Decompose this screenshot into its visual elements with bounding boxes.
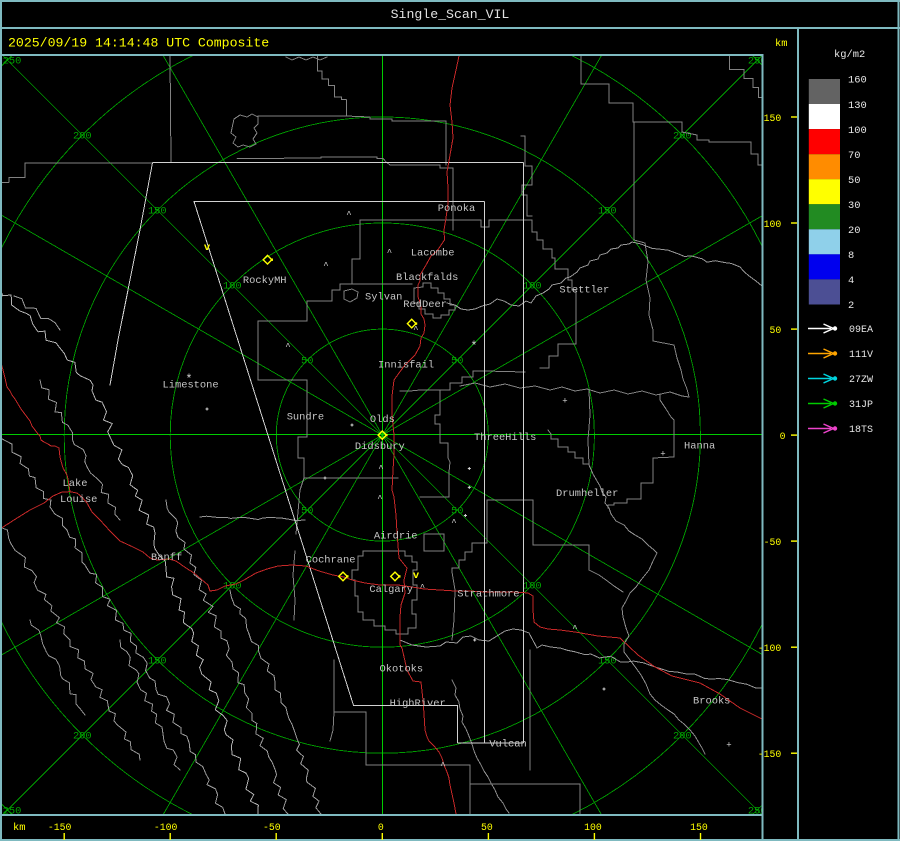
svg-text:8: 8 — [848, 250, 854, 262]
svg-text:-150: -150 — [758, 749, 782, 760]
svg-text:^: ^ — [420, 583, 425, 593]
svg-text:250: 250 — [3, 56, 22, 68]
svg-text:ThreeHills: ThreeHills — [474, 432, 536, 444]
svg-text:Brooks: Brooks — [693, 695, 730, 707]
svg-text:18TS: 18TS — [849, 425, 873, 436]
svg-text:100: 100 — [848, 125, 867, 137]
svg-text:31JP: 31JP — [849, 400, 873, 411]
svg-text:50: 50 — [451, 356, 463, 368]
svg-text:Blackfalds: Blackfalds — [396, 272, 458, 284]
svg-text:Drumheller: Drumheller — [556, 488, 618, 500]
svg-text:RockyMH: RockyMH — [243, 275, 287, 287]
svg-text:50: 50 — [770, 325, 782, 336]
svg-text:50: 50 — [301, 506, 313, 518]
svg-text:v: v — [204, 242, 211, 254]
svg-text:km: km — [775, 38, 787, 50]
svg-text:^: ^ — [377, 494, 382, 504]
svg-text:^: ^ — [387, 248, 392, 258]
svg-text:^: ^ — [440, 761, 445, 771]
svg-text:Calgary: Calgary — [369, 584, 413, 596]
svg-text:50: 50 — [848, 175, 860, 187]
svg-text:50: 50 — [451, 506, 463, 518]
svg-text:150: 150 — [690, 822, 708, 833]
svg-text:-100: -100 — [758, 643, 782, 654]
svg-text:200: 200 — [73, 131, 92, 143]
svg-text:4: 4 — [848, 275, 854, 287]
svg-text:^: ^ — [346, 210, 351, 220]
svg-text:Olds: Olds — [370, 414, 395, 426]
svg-text:100: 100 — [223, 281, 242, 293]
svg-text:111V: 111V — [849, 350, 873, 361]
svg-text:-100: -100 — [154, 822, 178, 833]
svg-text:v: v — [413, 570, 420, 582]
svg-text:200: 200 — [673, 731, 692, 743]
svg-text:+: + — [562, 397, 567, 407]
svg-text:^: ^ — [451, 518, 456, 528]
svg-text:+: + — [726, 741, 731, 751]
svg-text:2025/09/19 14:14:48 UTC Compos: 2025/09/19 14:14:48 UTC Composite — [8, 36, 269, 51]
svg-text:Vulcan: Vulcan — [489, 739, 526, 751]
svg-text:150: 150 — [598, 206, 617, 218]
svg-text:Stettler: Stettler — [559, 284, 609, 296]
svg-text:Strathmore: Strathmore — [457, 589, 519, 601]
svg-text:^: ^ — [323, 261, 328, 271]
svg-text:Ponoka: Ponoka — [438, 203, 475, 215]
svg-text:-50: -50 — [263, 822, 281, 833]
svg-text:HighRiver: HighRiver — [390, 698, 446, 710]
svg-text:kg/m2: kg/m2 — [834, 49, 865, 61]
svg-text:*: * — [185, 373, 192, 387]
svg-text:Louise: Louise — [60, 494, 97, 506]
svg-text:Banff: Banff — [151, 552, 182, 564]
svg-text:27ZW: 27ZW — [849, 375, 873, 386]
svg-text:20: 20 — [848, 225, 860, 237]
svg-text:Innisfail: Innisfail — [378, 359, 434, 371]
svg-text:100: 100 — [523, 281, 542, 293]
svg-text:-150: -150 — [48, 822, 72, 833]
svg-text:^: ^ — [572, 624, 577, 634]
svg-text:Lacombe: Lacombe — [411, 248, 455, 260]
svg-text:50: 50 — [301, 356, 313, 368]
svg-text:RedDeer: RedDeer — [403, 299, 447, 311]
svg-text:Hanna: Hanna — [684, 441, 715, 453]
svg-text:+: + — [660, 450, 665, 460]
svg-text:150: 150 — [148, 206, 167, 218]
svg-text:^: ^ — [285, 342, 290, 352]
svg-text:-50: -50 — [764, 537, 782, 548]
svg-text:30: 30 — [848, 200, 860, 212]
svg-text:160: 160 — [848, 75, 867, 87]
svg-text:Airdrie: Airdrie — [374, 531, 418, 543]
svg-text:Single_Scan_VIL: Single_Scan_VIL — [391, 7, 510, 22]
svg-text:Okotoks: Okotoks — [380, 663, 424, 675]
svg-text:200: 200 — [73, 731, 92, 743]
svg-text:09EA: 09EA — [849, 325, 873, 336]
svg-text:*: * — [470, 340, 477, 354]
svg-text:70: 70 — [848, 150, 860, 162]
svg-text:100: 100 — [584, 822, 602, 833]
svg-text:100: 100 — [523, 581, 542, 593]
svg-text:100: 100 — [764, 219, 782, 230]
svg-text:km: km — [13, 822, 25, 834]
svg-text:50: 50 — [481, 822, 493, 833]
svg-text:0: 0 — [378, 822, 384, 833]
svg-text:150: 150 — [148, 656, 167, 668]
svg-text:2: 2 — [848, 300, 854, 312]
svg-text:150: 150 — [764, 113, 782, 124]
svg-text:0: 0 — [780, 431, 786, 442]
svg-text:130: 130 — [848, 100, 867, 112]
svg-text:Cochrane: Cochrane — [306, 554, 356, 566]
svg-text:Lake: Lake — [63, 478, 88, 490]
svg-text:Sundre: Sundre — [287, 412, 324, 424]
svg-text:Didsbury: Didsbury — [355, 441, 405, 453]
svg-text:Sylvan: Sylvan — [365, 292, 402, 304]
svg-text:^: ^ — [378, 464, 383, 474]
